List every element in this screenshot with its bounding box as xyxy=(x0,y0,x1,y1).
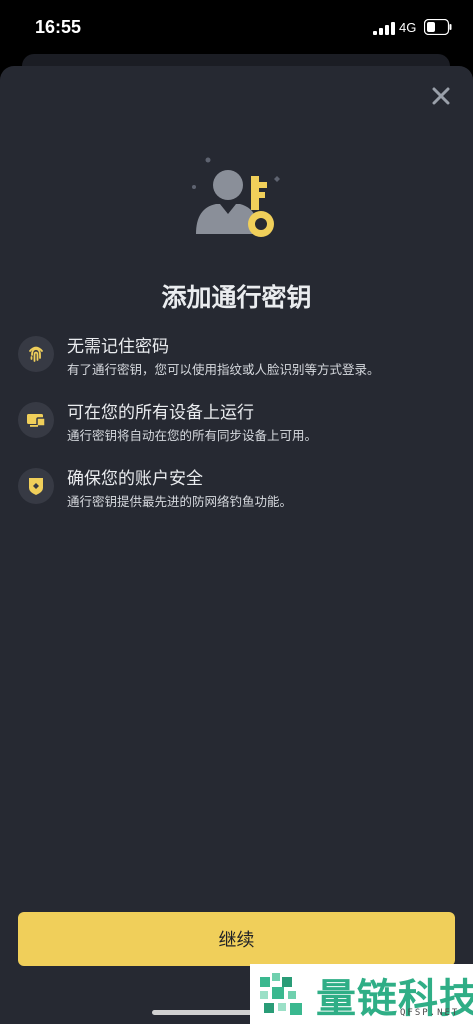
signal-icon xyxy=(373,22,395,35)
devices-icon xyxy=(18,402,54,438)
close-button[interactable] xyxy=(428,83,454,109)
shield-icon xyxy=(18,468,54,504)
status-bar: 16:55 4G xyxy=(0,0,473,56)
feature-account-security: 确保您的账户安全 通行密钥提供最先进的防网络钓鱼功能。 xyxy=(18,464,458,510)
feature-title: 无需记住密码 xyxy=(67,337,169,357)
network-label: 4G xyxy=(399,20,417,35)
feature-description: 通行密钥提供最先进的防网络钓鱼功能。 xyxy=(67,494,293,509)
passkey-illustration-icon xyxy=(192,157,280,237)
sheet-title: 添加通行密钥 xyxy=(161,283,312,312)
feature-all-devices: 可在您的所有设备上运行 通行密钥将自动在您的所有同步设备上可用。 xyxy=(18,398,458,444)
status-time: 16:55 xyxy=(35,17,82,37)
continue-button[interactable]: 继续 xyxy=(18,912,455,966)
watermark: 量链科技 QFSP.NET xyxy=(250,964,473,1024)
watermark-url: QFSP.NET xyxy=(400,1008,460,1018)
feature-title: 确保您的账户安全 xyxy=(67,469,203,489)
feature-description: 通行密钥将自动在您的所有同步设备上可用。 xyxy=(67,428,318,443)
close-icon xyxy=(432,87,450,105)
feature-description: 有了通行密钥，您可以使用指纹或人脸识别等方式登录。 xyxy=(67,362,380,377)
watermark-logo-icon xyxy=(260,973,302,1015)
battery-icon xyxy=(424,19,452,35)
fingerprint-icon xyxy=(18,336,54,372)
feature-title: 可在您的所有设备上运行 xyxy=(67,403,254,423)
feature-no-password: 无需记住密码 有了通行密钥，您可以使用指纹或人脸识别等方式登录。 xyxy=(18,332,458,378)
